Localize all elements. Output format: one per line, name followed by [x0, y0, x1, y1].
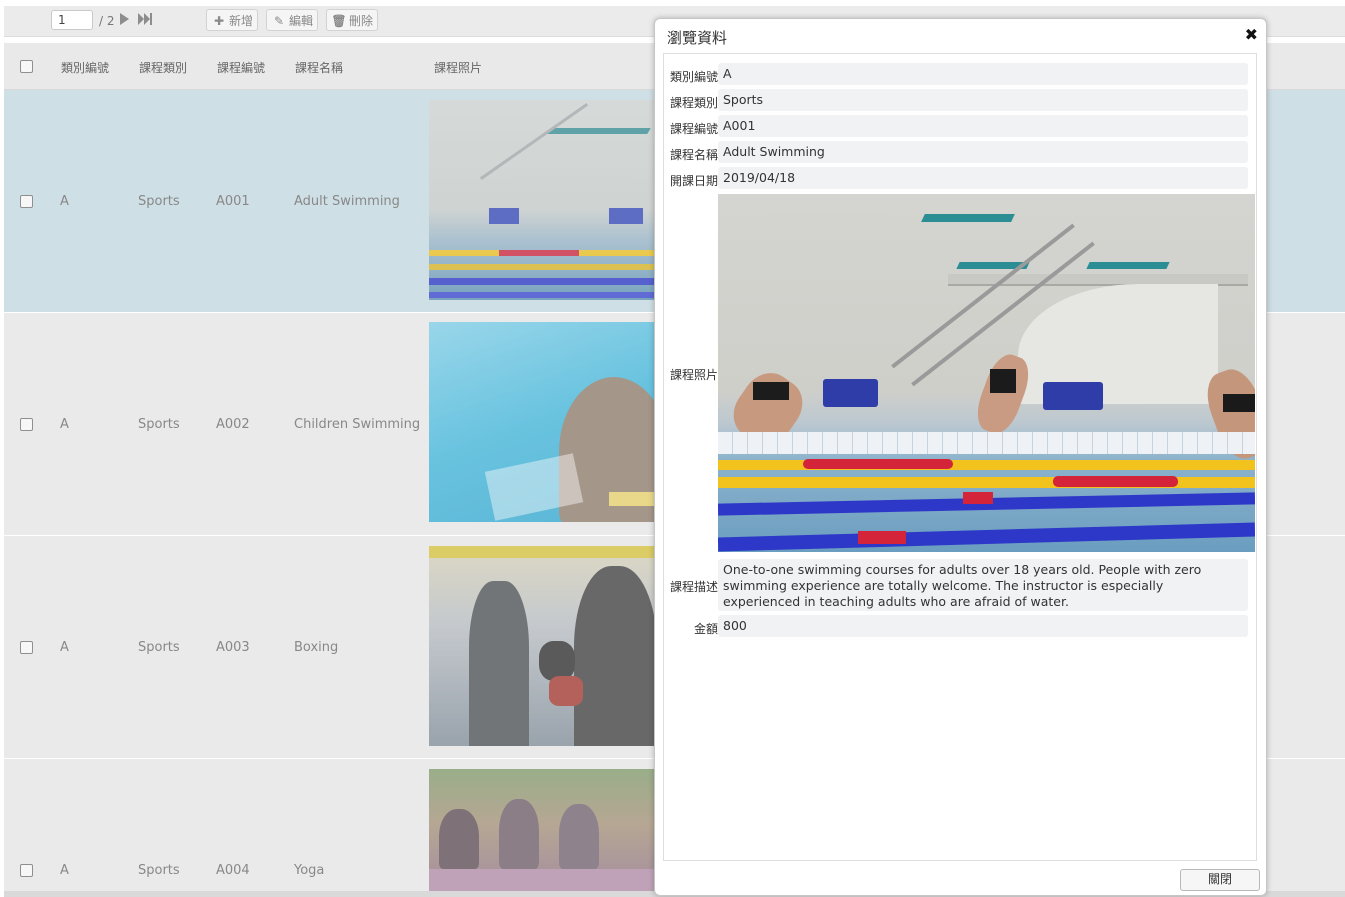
- close-icon[interactable]: ✖: [1245, 25, 1258, 44]
- field-value-start-date: 2019/04/18: [718, 167, 1248, 189]
- cell-course-name: Yoga: [294, 863, 325, 878]
- delete-button-label: 刪除: [349, 14, 374, 28]
- column-header-course-name[interactable]: 課程名稱: [295, 59, 343, 76]
- column-header-category-id[interactable]: 類別編號: [61, 59, 109, 76]
- edit-button[interactable]: ✎ 編輯: [266, 9, 318, 31]
- view-record-dialog: 瀏覽資料 ✖ 類別編號 A 課程類別 Sports 課程編號 A001 課程名稱…: [654, 18, 1267, 896]
- select-all-checkbox[interactable]: [20, 60, 33, 73]
- row-checkbox[interactable]: [20, 195, 33, 208]
- cell-category-id: A: [60, 640, 69, 655]
- field-label-description: 課程描述: [669, 580, 718, 594]
- add-button[interactable]: ✚ 新增: [206, 9, 258, 31]
- next-page-icon[interactable]: [120, 13, 129, 25]
- field-label-category-id: 類別編號: [669, 70, 718, 84]
- cell-category-id: A: [60, 417, 69, 432]
- field-label-course-name: 課程名稱: [669, 148, 718, 162]
- column-header-photo[interactable]: 課程照片: [434, 59, 482, 76]
- field-label-photo: 課程照片: [669, 368, 718, 382]
- cell-category: Sports: [138, 640, 180, 655]
- cell-course-id: A002: [216, 417, 250, 432]
- column-header-course-id[interactable]: 課程編號: [217, 59, 265, 76]
- field-value-category: Sports: [718, 89, 1248, 111]
- cell-category: Sports: [138, 194, 180, 209]
- field-label-price: 金額: [693, 622, 718, 636]
- yoga-class-photo: [429, 769, 657, 891]
- cell-course-id: A003: [216, 640, 250, 655]
- cell-course-name: Boxing: [294, 640, 339, 655]
- field-value-category-id: A: [718, 63, 1248, 85]
- field-label-start-date: 開課日期: [669, 174, 718, 188]
- cell-course-name: Adult Swimming: [294, 194, 400, 209]
- field-value-course-id: A001: [718, 115, 1248, 137]
- child-in-pool-photo: [429, 322, 657, 522]
- field-value-course-name: Adult Swimming: [718, 141, 1248, 163]
- dialog-body: 類別編號 A 課程類別 Sports 課程編號 A001 課程名稱 Adult …: [663, 53, 1257, 861]
- field-value-price: 800: [718, 615, 1248, 637]
- cell-course-id: A004: [216, 863, 250, 878]
- cell-category-id: A: [60, 863, 69, 878]
- trash-icon: 🗑: [331, 14, 347, 28]
- row-checkbox[interactable]: [20, 418, 33, 431]
- page-number-input[interactable]: 1: [51, 10, 93, 30]
- plus-icon: ✚: [213, 14, 225, 28]
- boxing-gym-photo: [429, 546, 657, 746]
- cell-category: Sports: [138, 863, 180, 878]
- swimming-pool-photo: [429, 100, 657, 300]
- close-button[interactable]: 關閉: [1180, 869, 1260, 891]
- delete-button[interactable]: 🗑 刪除: [326, 9, 378, 31]
- dialog-title: 瀏覽資料: [667, 29, 728, 47]
- add-button-label: 新增: [229, 14, 254, 28]
- last-page-icon[interactable]: [138, 13, 154, 25]
- row-checkbox[interactable]: [20, 864, 33, 877]
- pencil-icon: ✎: [273, 14, 285, 28]
- cell-category-id: A: [60, 194, 69, 209]
- row-checkbox[interactable]: [20, 641, 33, 654]
- field-label-category: 課程類別: [669, 96, 718, 110]
- cell-course-name: Children Swimming: [294, 417, 421, 432]
- column-header-category[interactable]: 課程類別: [139, 59, 187, 76]
- cell-course-id: A001: [216, 194, 250, 209]
- cell-category: Sports: [138, 417, 180, 432]
- course-photo: [718, 194, 1255, 552]
- field-label-course-id: 課程編號: [669, 122, 718, 136]
- field-value-description: One-to-one swimming courses for adults o…: [718, 559, 1248, 611]
- edit-button-label: 編輯: [289, 14, 314, 28]
- page-total: / 2: [99, 14, 115, 28]
